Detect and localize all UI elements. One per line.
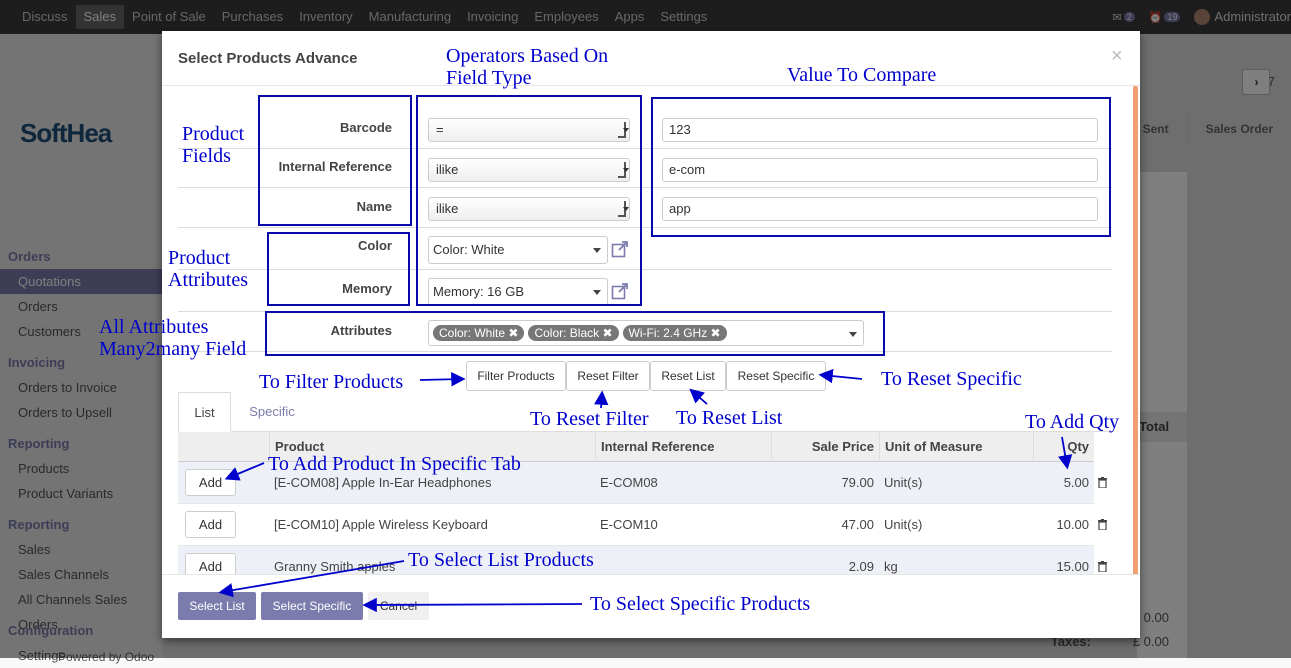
add-button[interactable]: Add: [185, 511, 236, 538]
trash-icon[interactable]: [1098, 561, 1107, 572]
annotation-product-attrs-line1: Product: [168, 247, 231, 269]
all-attributes-highlight: [265, 311, 885, 356]
annotation-value: Value To Compare: [787, 64, 937, 86]
scrollbar[interactable]: [1133, 86, 1138, 576]
product-cell: [E-COM10] Apple Wireless Keyboard: [274, 517, 488, 532]
annotation-operators-line1: Operators Based On: [446, 45, 609, 67]
reset-specific-button[interactable]: Reset Specific: [726, 361, 826, 391]
annotation-to-select-specific: To Select Specific Products: [590, 593, 811, 615]
product-attributes-highlight: [267, 232, 410, 306]
trash-icon[interactable]: [1098, 519, 1107, 530]
product-fields-highlight: [258, 95, 412, 226]
uom-cell: Unit(s): [884, 475, 923, 490]
annotation-to-filter: To Filter Products: [259, 371, 404, 393]
cancel-button[interactable]: Cancel: [368, 592, 429, 620]
annotation-operators-line2: Field Type: [446, 67, 532, 89]
col-sale-price[interactable]: Sale Price: [771, 432, 879, 462]
trash-icon[interactable]: [1098, 477, 1107, 488]
reset-list-button[interactable]: Reset List: [650, 361, 726, 391]
price-cell: 47.00: [841, 517, 874, 532]
annotation-all-attrs-line1: All Attributes: [99, 316, 209, 338]
uom-cell: Unit(s): [884, 517, 923, 532]
annotation-to-add-qty: To Add Qty: [1025, 411, 1120, 433]
table-row[interactable]: Add [E-COM10] Apple Wireless Keyboard E-…: [178, 504, 1107, 546]
operators-highlight: [416, 95, 642, 306]
annotation-to-reset-specific: To Reset Specific: [881, 368, 1022, 390]
tab-list[interactable]: List: [178, 392, 231, 432]
annotation-to-add-product: To Add Product In Specific Tab: [268, 453, 521, 475]
annotation-product-fields-line2: Fields: [182, 145, 231, 167]
qty-cell[interactable]: 5.00: [1033, 462, 1094, 504]
col-qty[interactable]: Qty: [1033, 432, 1094, 462]
annotation-product-fields-line1: Product: [182, 123, 245, 145]
tab-specific[interactable]: Specific: [234, 392, 310, 432]
annotation-to-reset-filter: To Reset Filter: [530, 408, 649, 430]
reference-cell: E-COM08: [600, 475, 658, 490]
annotation-to-reset-list: To Reset List: [676, 407, 783, 429]
annotation-all-attrs-line2: Many2many Field: [99, 338, 247, 360]
header-divider: [162, 85, 1140, 86]
annotation-to-select-list: To Select List Products: [408, 549, 594, 571]
price-cell: 79.00: [841, 475, 874, 490]
add-button[interactable]: Add: [185, 469, 236, 496]
reset-filter-button[interactable]: Reset Filter: [566, 361, 650, 391]
qty-cell[interactable]: 10.00: [1033, 504, 1094, 546]
annotation-product-attrs-line2: Attributes: [168, 269, 248, 291]
footer-divider: [162, 574, 1140, 575]
reference-cell: E-COM10: [600, 517, 658, 532]
filter-products-button[interactable]: Filter Products: [466, 361, 566, 391]
close-icon[interactable]: ×: [1111, 45, 1123, 68]
dialog-title: Select Products Advance: [178, 50, 358, 67]
select-list-button[interactable]: Select List: [178, 592, 256, 620]
col-unit-of-measure[interactable]: Unit of Measure: [879, 432, 1033, 462]
select-specific-button[interactable]: Select Specific: [261, 592, 363, 620]
value-highlight: [651, 97, 1111, 237]
col-internal-reference[interactable]: Internal Reference: [595, 432, 771, 462]
